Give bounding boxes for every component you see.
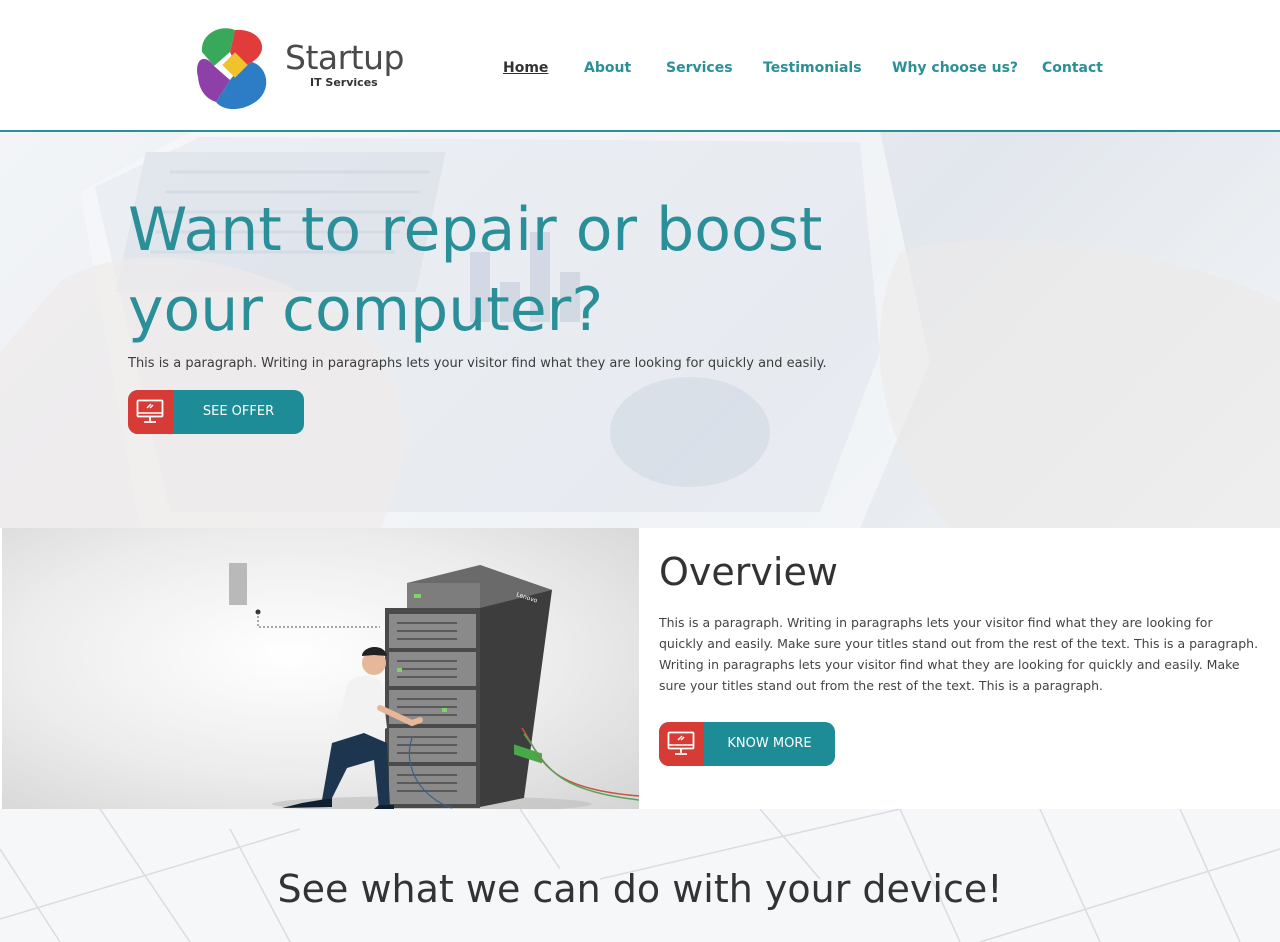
nav-services[interactable]: Services [666, 60, 733, 76]
see-offer-button[interactable]: SEE OFFER [128, 390, 304, 434]
know-more-button[interactable]: KNOW MORE [659, 722, 835, 766]
services-intro-section: See what we can do with your device! [0, 809, 1280, 942]
nav-testimonials[interactable]: Testimonials [763, 60, 862, 76]
nav-why-choose-us[interactable]: Why choose us? [892, 60, 1018, 76]
site-header: Startup IT Services Home About Services … [0, 0, 1280, 132]
services-title: See what we can do with your device! [277, 867, 1003, 911]
nav-home[interactable]: Home [503, 60, 548, 76]
know-more-label: KNOW MORE [727, 736, 812, 751]
overview-title: Overview [659, 550, 838, 594]
see-offer-label: SEE OFFER [202, 404, 275, 419]
main-nav: Home About Services Testimonials Why cho… [0, 60, 1280, 82]
nav-about[interactable]: About [584, 60, 631, 76]
button-icon-box [128, 390, 173, 434]
monitor-icon [136, 399, 164, 423]
hero-section: Want to repair or boost your computer? T… [0, 132, 1280, 528]
hero-paragraph: This is a paragraph. Writing in paragrap… [128, 356, 827, 371]
button-icon-box [659, 722, 704, 766]
server-rack-illustration: Lenovo [2, 528, 639, 809]
monitor-icon [667, 731, 695, 755]
nav-contact[interactable]: Contact [1042, 60, 1103, 76]
overview-paragraph: This is a paragraph. Writing in paragrap… [659, 615, 1259, 693]
hero-title: Want to repair or boost your computer? [128, 195, 823, 345]
